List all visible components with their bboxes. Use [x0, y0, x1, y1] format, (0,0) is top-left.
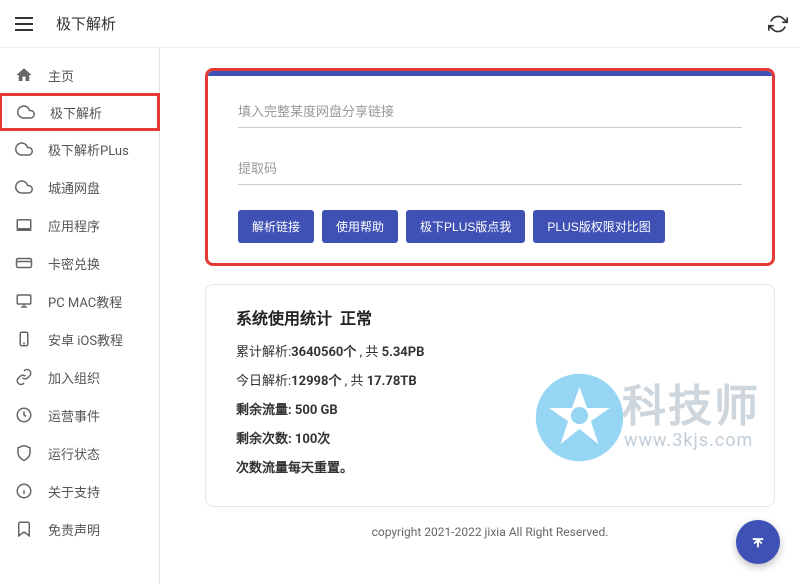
sidebar-item-label: 卡密兑换: [48, 254, 100, 273]
sidebar: 主页 极下解析 极下解析PLus 城通网盘 应用程序 卡密兑换 PC MAC教程: [0, 48, 160, 584]
sidebar-item-label: 关于支持: [48, 482, 100, 501]
sidebar-item-status[interactable]: 运行状态: [0, 434, 159, 472]
sidebar-item-about[interactable]: 关于支持: [0, 472, 159, 510]
sidebar-item-label: 极下解析: [50, 103, 102, 122]
sidebar-item-label: 城通网盘: [48, 178, 100, 197]
stat-total: 累计解析:3640560个 , 共 5.34PB: [236, 341, 744, 360]
sidebar-item-jixia[interactable]: 极下解析: [0, 93, 160, 131]
stat-remain-traffic: 剩余流量: 500 GB: [236, 399, 744, 418]
stat-reset-note: 次数流量每天重置。: [236, 457, 744, 476]
sidebar-item-label: 极下解析PLus: [48, 140, 129, 159]
sidebar-item-label: 主页: [48, 66, 74, 85]
sidebar-item-apps[interactable]: 应用程序: [0, 206, 159, 244]
sidebar-item-mobile-tutorial[interactable]: 安卓 iOS教程: [0, 320, 159, 358]
sidebar-item-events[interactable]: 运营事件: [0, 396, 159, 434]
sidebar-item-pc-tutorial[interactable]: PC MAC教程: [0, 282, 159, 320]
sidebar-item-label: 安卓 iOS教程: [48, 330, 123, 349]
laptop-icon: [14, 215, 34, 235]
parse-button[interactable]: 解析链接: [238, 210, 314, 243]
sidebar-item-label: PC MAC教程: [48, 292, 122, 311]
help-button[interactable]: 使用帮助: [322, 210, 398, 243]
shield-icon: [14, 443, 34, 463]
clock-icon: [14, 405, 34, 425]
card-icon: [14, 253, 34, 273]
sidebar-item-join[interactable]: 加入组织: [0, 358, 159, 396]
sidebar-item-label: 运营事件: [48, 406, 100, 425]
refresh-icon[interactable]: [768, 14, 788, 34]
home-icon: [14, 65, 34, 85]
scroll-top-button[interactable]: [736, 520, 780, 564]
monitor-icon: [14, 291, 34, 311]
extract-code-input[interactable]: [238, 153, 742, 185]
stat-remain-count: 剩余次数: 100次: [236, 428, 744, 447]
arrow-up-icon: [749, 533, 767, 551]
cloud-icon: [14, 139, 34, 159]
bookmark-icon: [14, 519, 34, 539]
button-row: 解析链接 使用帮助 极下PLUS版点我 PLUS版权限对比图: [238, 210, 742, 243]
top-bar: 极下解析: [0, 0, 800, 48]
share-link-input[interactable]: [238, 96, 742, 128]
sidebar-item-label: 加入组织: [48, 368, 100, 387]
stats-title: 系统使用统计 正常: [236, 305, 744, 329]
parse-card: 解析链接 使用帮助 极下PLUS版点我 PLUS版权限对比图: [205, 68, 775, 266]
sidebar-item-label: 应用程序: [48, 216, 100, 235]
compare-button[interactable]: PLUS版权限对比图: [533, 210, 664, 243]
plus-button[interactable]: 极下PLUS版点我: [406, 210, 525, 243]
main-content: 解析链接 使用帮助 极下PLUS版点我 PLUS版权限对比图 系统使用统计 正常…: [160, 48, 800, 584]
copyright: copyright 2021-2022 jixia All Right Rese…: [205, 525, 775, 539]
menu-icon[interactable]: [12, 12, 36, 36]
sidebar-item-home[interactable]: 主页: [0, 56, 159, 94]
sidebar-item-label: 免责声明: [48, 520, 100, 539]
info-icon: [14, 481, 34, 501]
stat-today: 今日解析:12998个 , 共 17.78TB: [236, 370, 744, 389]
sidebar-item-redeem[interactable]: 卡密兑换: [0, 244, 159, 282]
stats-card: 系统使用统计 正常 累计解析:3640560个 , 共 5.34PB 今日解析:…: [205, 284, 775, 507]
app-title: 极下解析: [56, 13, 116, 34]
sidebar-item-disclaimer[interactable]: 免责声明: [0, 510, 159, 548]
sidebar-item-label: 运行状态: [48, 444, 100, 463]
card-accent: [208, 71, 772, 76]
phone-icon: [14, 329, 34, 349]
cloud-icon: [16, 102, 36, 122]
sidebar-item-jixia-plus[interactable]: 极下解析PLus: [0, 130, 159, 168]
sidebar-item-ctfile[interactable]: 城通网盘: [0, 168, 159, 206]
cloud-icon: [14, 177, 34, 197]
link-icon: [14, 367, 34, 387]
